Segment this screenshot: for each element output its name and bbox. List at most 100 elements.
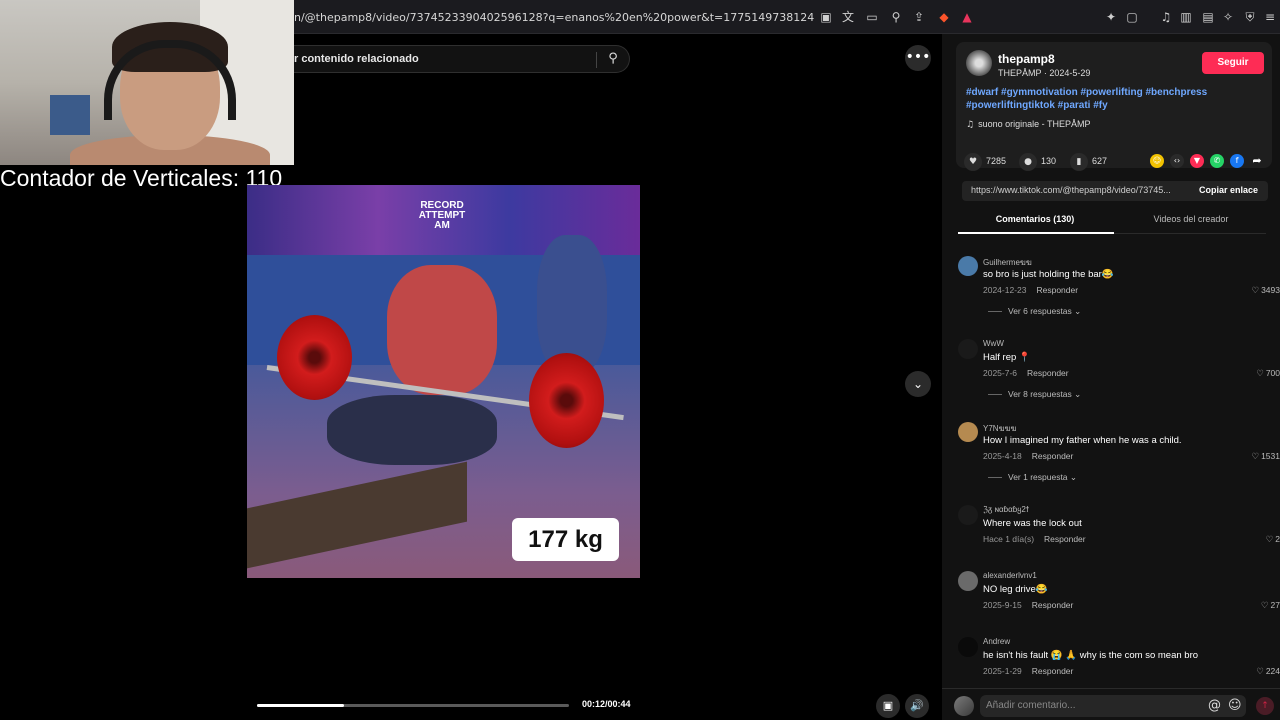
commenter-name[interactable]: alexanderlvnv1: [983, 571, 1037, 580]
commenter-name[interactable]: Guilhermeฆฆ: [983, 256, 1032, 269]
more-options-button[interactable]: •••: [905, 45, 931, 71]
emoji-icon[interactable]: ☺: [1228, 698, 1242, 713]
volume-button[interactable]: 🔊: [905, 694, 929, 718]
comment-like-button[interactable]: ♡ 224: [1256, 666, 1280, 677]
wallet-icon[interactable]: ▤: [1200, 9, 1216, 25]
brave-shields-icon[interactable]: ◆: [936, 9, 952, 25]
leo-icon[interactable]: ✧: [1220, 9, 1236, 25]
video-progress-bar[interactable]: [257, 704, 569, 707]
commenter-avatar[interactable]: [958, 571, 978, 591]
facebook-icon[interactable]: f: [1230, 154, 1244, 168]
tab-comments[interactable]: Comentarios (130): [958, 214, 1112, 224]
url-text[interactable]: n/@thepamp8/video/7374523390402596128?q=…: [294, 11, 814, 24]
comment-composer: Añadir comentario... @ ☺ ↑: [942, 688, 1280, 720]
comment-date: Hace 1 día(s): [983, 534, 1035, 544]
comment-text: Where was the lock out: [983, 518, 1082, 529]
post-comment-button[interactable]: ↑: [1256, 697, 1274, 715]
heart-outline-icon: ♡: [1265, 535, 1274, 545]
like-count: 7285: [986, 156, 1007, 166]
video-link[interactable]: https://www.tiktok.com/@thepamp8/video/7…: [971, 185, 1171, 195]
commenter-avatar[interactable]: [958, 637, 978, 657]
search-icon[interactable]: ⚲: [605, 51, 621, 67]
view-replies-button[interactable]: Ver 8 respuestas ⌄: [988, 389, 1081, 400]
commenter-avatar[interactable]: [958, 505, 978, 525]
view-replies-button[interactable]: Ver 1 respuesta ⌄: [988, 472, 1077, 483]
comment-like-button[interactable]: ♡ 3493: [1251, 285, 1280, 296]
screenshot-icon[interactable]: ▢: [1124, 9, 1140, 25]
commenter-name[interactable]: WwW: [983, 339, 1004, 348]
comment-meta: 2024-12-23 Responder: [983, 285, 1078, 295]
webcam-shelf: [50, 95, 90, 135]
post-music[interactable]: ♫ suono originale - THEPÅMP: [966, 119, 1090, 130]
comment-item: WwW Half rep 📍 2025-7-6 Responder ♡ 700 Ver 8 …: [958, 339, 1280, 419]
reply-button[interactable]: Responder: [1032, 600, 1074, 610]
reply-button[interactable]: Responder: [1032, 451, 1074, 461]
save-count: 627: [1092, 156, 1108, 166]
heart-outline-icon: ♡: [1260, 601, 1269, 611]
sidebar-icon[interactable]: ▥: [1178, 9, 1194, 25]
commenter-avatar[interactable]: [958, 256, 978, 276]
send-icon[interactable]: ▼: [1190, 154, 1204, 168]
commenter-avatar[interactable]: [958, 339, 978, 359]
comment-like-button[interactable]: ♡ 1531: [1251, 451, 1280, 462]
user-avatar[interactable]: [954, 696, 974, 716]
comment-input[interactable]: Añadir comentario...: [980, 695, 1246, 717]
copy-link-button[interactable]: Copiar enlace: [1199, 185, 1258, 195]
save-button[interactable]: ▮ 627: [1070, 152, 1107, 171]
comment-text: NO leg drive😂: [983, 584, 1048, 595]
search-divider: [596, 52, 597, 68]
more-share-icon[interactable]: ➦: [1250, 154, 1264, 168]
reader-mode-icon[interactable]: ▣: [818, 9, 834, 25]
tab-creator-videos[interactable]: Videos del creador: [1114, 214, 1268, 224]
post-hashtags[interactable]: #dwarf #gymmotivation #powerlifting #ben…: [966, 86, 1256, 112]
share-icon[interactable]: ⇪: [911, 9, 927, 25]
comment-like-button[interactable]: ♡ 27: [1261, 600, 1280, 611]
reply-button[interactable]: Responder: [1032, 666, 1074, 676]
reply-button[interactable]: Responder: [1036, 285, 1078, 295]
commenter-avatar[interactable]: [958, 422, 978, 442]
embed-icon[interactable]: ‹›: [1170, 154, 1184, 168]
browser-address-bar[interactable]: n/@thepamp8/video/7374523390402596128?q=…: [294, 0, 1280, 34]
comment-button[interactable]: ● 130: [1019, 152, 1056, 171]
extensions-icon[interactable]: ✦: [1103, 9, 1119, 25]
comment-like-button[interactable]: ♡ 2: [1266, 534, 1280, 545]
copy-link-box: https://www.tiktok.com/@thepamp8/video/7…: [962, 181, 1268, 201]
post-info-card: thepamp8 THEPÅMP · 2024-5-29 Seguir #dwa…: [956, 42, 1272, 168]
view-replies-button[interactable]: Ver 6 respuestas ⌄: [988, 306, 1081, 317]
floating-player-button[interactable]: ▣: [876, 694, 900, 718]
zoom-icon[interactable]: ⚲: [888, 9, 904, 25]
comment-like-count: 3493: [1261, 285, 1280, 295]
comment-like-button[interactable]: ♡ 700: [1256, 368, 1280, 379]
vpn-icon[interactable]: ⛨: [1242, 9, 1258, 25]
reply-button[interactable]: Responder: [1027, 368, 1069, 378]
commenter-name[interactable]: Andrew: [983, 637, 1010, 646]
comment-meta: Hace 1 día(s) Responder: [983, 534, 1086, 544]
like-button[interactable]: ♥ 7285: [964, 152, 1006, 171]
mention-icon[interactable]: @: [1208, 698, 1221, 713]
search-bar[interactable]: r contenido relacionado ⚲: [294, 45, 630, 73]
whatsapp-icon[interactable]: ✆: [1210, 154, 1224, 168]
menu-icon[interactable]: ≡: [1262, 9, 1278, 25]
reply-button[interactable]: Responder: [1044, 534, 1086, 544]
commenter-name[interactable]: ℨᵹ ɴαɓαɓყ2ϯ: [983, 505, 1029, 514]
heart-icon: ♥: [964, 152, 982, 171]
search-input[interactable]: r contenido relacionado: [294, 53, 419, 65]
translate-icon[interactable]: 文: [840, 9, 856, 25]
author-name[interactable]: thepamp8: [998, 52, 1055, 66]
active-tab-indicator: [958, 232, 1114, 234]
music-icon[interactable]: ♫: [1158, 9, 1174, 25]
chevron-down-icon: ⌄: [1074, 306, 1082, 316]
author-avatar[interactable]: [966, 50, 992, 76]
music-title: suono originale - THEPÅMP: [978, 119, 1091, 129]
video-player[interactable]: RECORD ATTEMPT AM 177 kg: [247, 185, 640, 578]
commenter-name[interactable]: Y7Nฆฆฆ: [983, 422, 1016, 435]
cast-icon[interactable]: ▭: [864, 9, 880, 25]
rewards-icon[interactable]: ▲: [959, 9, 975, 25]
friends-share-icon[interactable]: ☺: [1150, 154, 1164, 168]
video-plate-right: [529, 353, 604, 448]
next-video-button[interactable]: ⌄: [905, 371, 931, 397]
verticals-counter: Contador de Verticales: 110: [0, 165, 283, 191]
bookmark-icon: ▮: [1070, 152, 1088, 171]
comment-date: 2025-9-15: [983, 600, 1022, 610]
follow-button[interactable]: Seguir: [1202, 52, 1264, 74]
